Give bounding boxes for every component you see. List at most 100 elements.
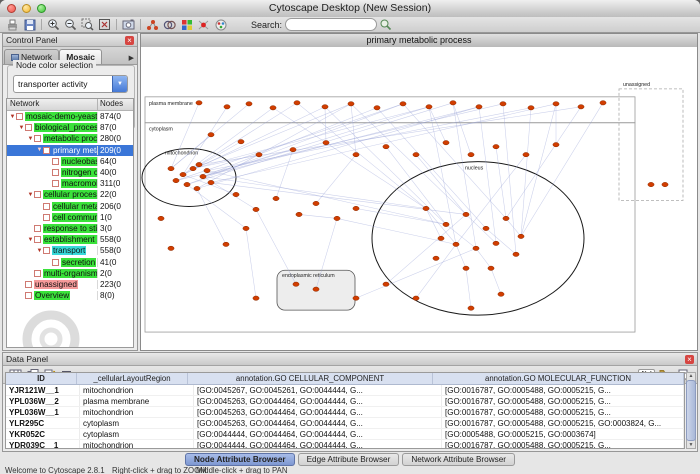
network-node[interactable]	[476, 105, 482, 109]
network-node[interactable]	[483, 226, 489, 230]
network-node[interactable]	[503, 216, 509, 220]
network-node[interactable]	[184, 182, 190, 186]
table-row[interactable]: YPL036W__2plasma membrane[GO:0045263, GO…	[6, 396, 684, 407]
network-edge[interactable]	[476, 248, 491, 268]
network-node[interactable]	[453, 242, 459, 246]
network-node[interactable]	[468, 306, 474, 310]
network-node[interactable]	[493, 144, 499, 148]
tree-item[interactable]: cell communica...1(0	[7, 212, 133, 223]
search-options-icon[interactable]	[377, 18, 394, 32]
tree-item[interactable]: multi-organism pro...2(0	[7, 268, 133, 279]
expand-arrow-icon[interactable]: ▼	[9, 114, 16, 120]
tree-item[interactable]: ▼biological_process87(0	[7, 122, 133, 133]
node-color-dropdown[interactable]: transporter activity ▼	[13, 75, 128, 93]
network-edge[interactable]	[416, 244, 456, 298]
tree-item[interactable]: ▼transport558(0	[7, 245, 133, 256]
network-node[interactable]	[413, 152, 419, 156]
network-node[interactable]	[294, 101, 300, 105]
network-edge[interactable]	[386, 214, 466, 284]
expand-arrow-icon[interactable]: ▼	[27, 136, 34, 142]
scroll-down-icon[interactable]: ▼	[689, 442, 694, 448]
save-icon[interactable]	[21, 18, 38, 32]
network-node[interactable]	[158, 216, 164, 220]
network-node[interactable]	[553, 102, 559, 106]
network-node[interactable]	[313, 201, 319, 205]
network-node[interactable]	[528, 106, 534, 110]
table-scrollbar[interactable]: ▲ ▼	[686, 372, 696, 449]
network-node[interactable]	[243, 226, 249, 230]
network-node[interactable]	[196, 101, 202, 105]
network-node[interactable]	[463, 212, 469, 216]
column-header[interactable]: _cellularLayoutRegion	[77, 373, 188, 384]
snapshot-icon[interactable]	[120, 18, 137, 32]
zoom-out-icon[interactable]	[62, 18, 79, 32]
network-node[interactable]	[168, 246, 174, 250]
network-node[interactable]	[353, 296, 359, 300]
network-node[interactable]	[208, 180, 214, 184]
zoom-fit-icon[interactable]	[96, 18, 113, 32]
network-node[interactable]	[353, 206, 359, 210]
tree-item[interactable]: response to stimu...3(0	[7, 223, 133, 234]
tab-network-attribute-browser[interactable]: Network Attribute Browser	[402, 453, 515, 466]
network-view-titlebar[interactable]: primary metabolic process	[141, 34, 697, 48]
network-node[interactable]	[256, 152, 262, 156]
tab-edge-attribute-browser[interactable]: Edge Attribute Browser	[298, 453, 400, 466]
network-node[interactable]	[253, 296, 259, 300]
data-panel-close-icon[interactable]: ×	[685, 355, 694, 364]
network-node[interactable]	[518, 234, 524, 238]
network-node[interactable]	[400, 102, 406, 106]
network-node[interactable]	[438, 236, 444, 240]
mosaic-grid-icon[interactable]	[178, 18, 195, 32]
control-panel-close-icon[interactable]: ×	[125, 36, 134, 45]
expand-arrow-icon[interactable]: ▼	[27, 237, 34, 243]
zoom-in-icon[interactable]	[45, 18, 62, 32]
network-edge[interactable]	[486, 228, 516, 254]
network-edge[interactable]	[171, 103, 199, 169]
network-node[interactable]	[313, 287, 319, 291]
network-edge[interactable]	[416, 155, 466, 215]
network-edge[interactable]	[506, 107, 581, 219]
network-edge[interactable]	[207, 108, 531, 171]
network-edge[interactable]	[479, 107, 496, 244]
network-edge[interactable]	[316, 155, 356, 204]
network-edge[interactable]	[506, 218, 521, 236]
vizmapper-icon[interactable]	[212, 18, 229, 32]
column-header[interactable]: annotation.GO CELLULAR_COMPONENT	[188, 373, 433, 384]
network-node[interactable]	[200, 174, 206, 178]
network-node[interactable]	[383, 282, 389, 286]
network-node[interactable]	[468, 152, 474, 156]
network-edge[interactable]	[453, 103, 471, 155]
table-row[interactable]: YDR039C__1mitochondrion[GO:0044444, GO:0…	[6, 440, 684, 449]
network-edge[interactable]	[351, 104, 356, 155]
expand-arrow-icon[interactable]: ▼	[36, 147, 43, 153]
column-header-network[interactable]: Network	[7, 99, 98, 110]
network-node[interactable]	[450, 101, 456, 105]
network-node[interactable]	[578, 105, 584, 109]
network-node[interactable]	[426, 105, 432, 109]
network-node[interactable]	[473, 246, 479, 250]
network-edge[interactable]	[193, 107, 429, 169]
network-node[interactable]	[168, 166, 174, 170]
table-row[interactable]: YLR295Ccytoplasm[GO:0045263, GO:0044464,…	[6, 418, 684, 429]
network-node[interactable]	[224, 105, 230, 109]
tab-node-attribute-browser[interactable]: Node Attribute Browser	[185, 453, 295, 466]
network-node[interactable]	[413, 296, 419, 300]
network-node[interactable]	[500, 102, 506, 106]
network-node[interactable]	[513, 252, 519, 256]
network-edge[interactable]	[183, 107, 227, 175]
network-node[interactable]	[223, 242, 229, 246]
table-row[interactable]: YKR052Ccytoplasm[GO:0044444, GO:0044464,…	[6, 429, 684, 440]
network-edge[interactable]	[356, 248, 476, 298]
network-edge[interactable]	[176, 104, 403, 181]
tree-item[interactable]: ▼metabolic process280(0	[7, 133, 133, 144]
network-node[interactable]	[322, 105, 328, 109]
network-node[interactable]	[204, 168, 210, 172]
network-edge[interactable]	[325, 107, 326, 143]
network-node[interactable]	[290, 147, 296, 151]
network-edge[interactable]	[466, 214, 496, 243]
tree-item[interactable]: secretion41(0	[7, 256, 133, 267]
network-node[interactable]	[238, 139, 244, 143]
network-node[interactable]	[233, 192, 239, 196]
annotation-icon[interactable]	[195, 18, 212, 32]
tree-item[interactable]: nitrogen compo...40(0	[7, 167, 133, 178]
